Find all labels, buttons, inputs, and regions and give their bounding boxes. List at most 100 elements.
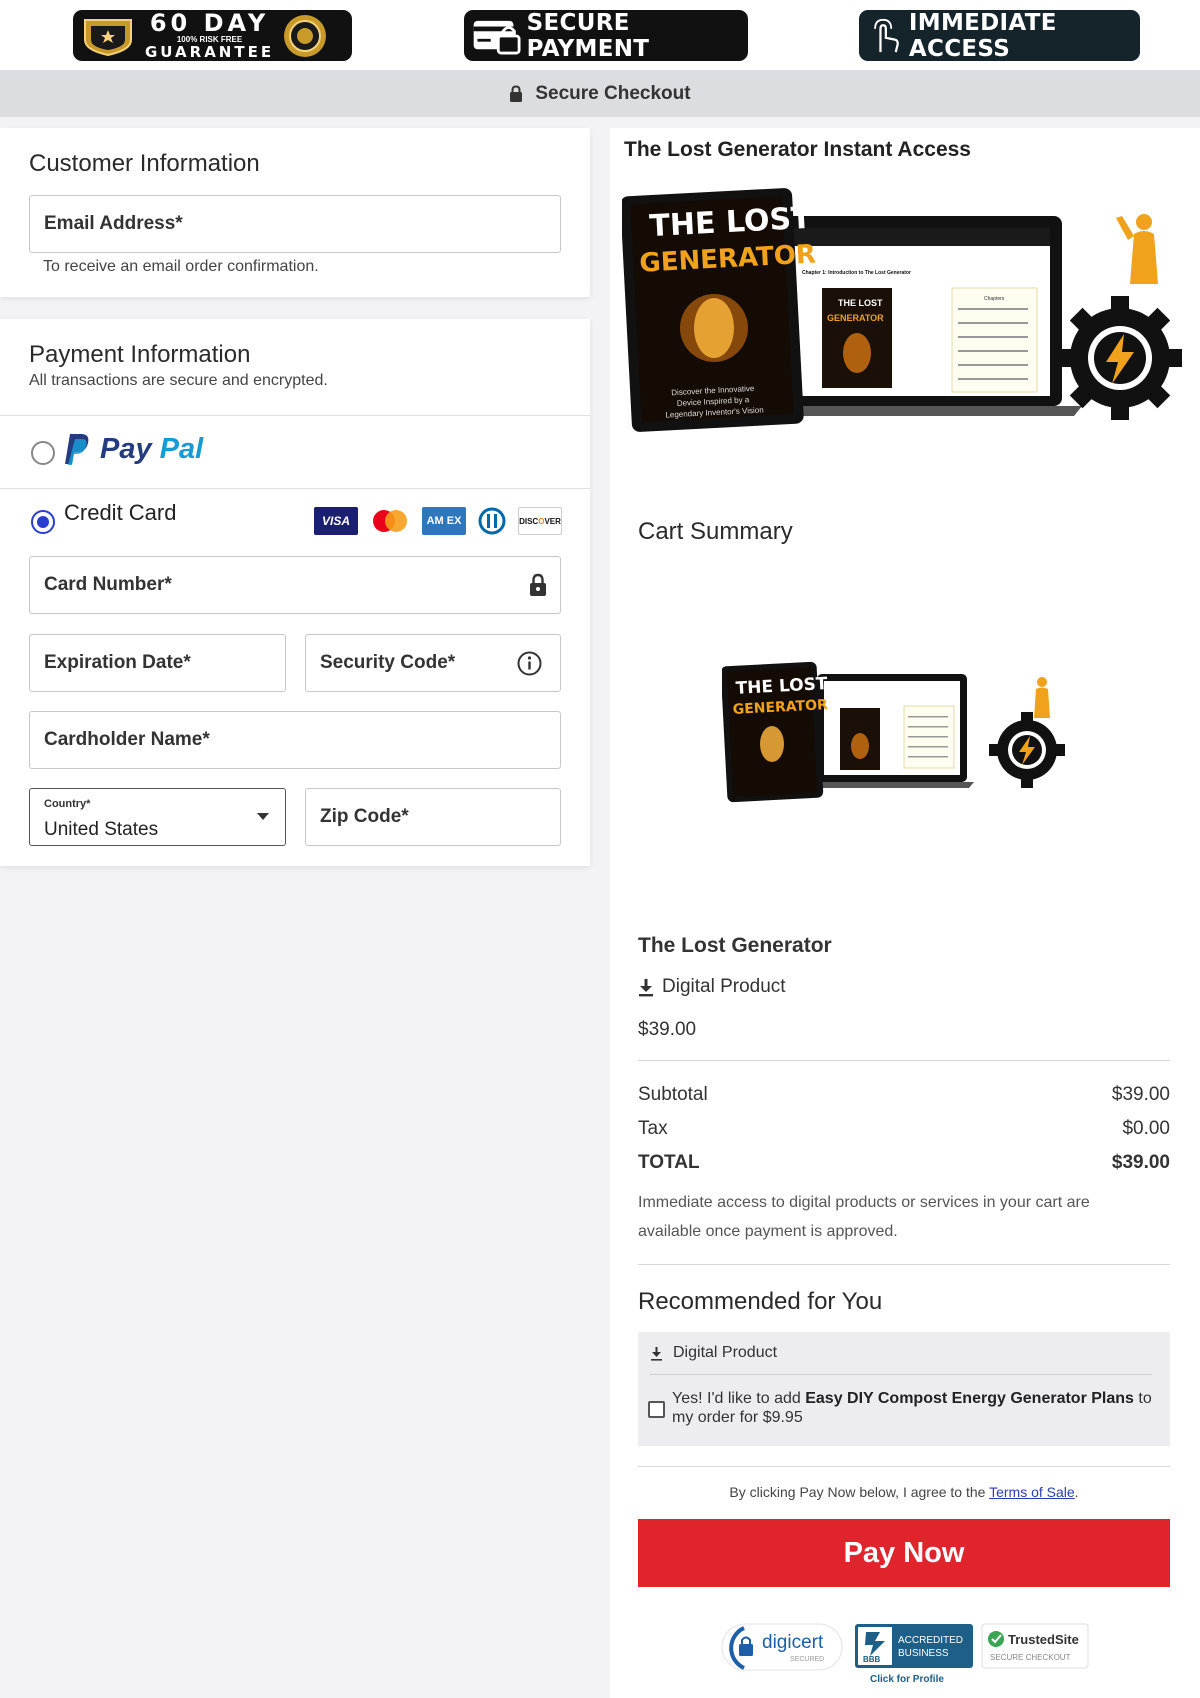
add-offer-checkbox[interactable] xyxy=(648,1401,665,1418)
subtotal-row: Subtotal $39.00 xyxy=(638,1084,1170,1106)
download-icon xyxy=(639,978,653,996)
secure-payment-badge: SECURE PAYMENT xyxy=(464,9,748,62)
laptop-chapters-title: Chapters xyxy=(984,296,1005,302)
terms-text: By clicking Pay Now below, I agree to th… xyxy=(729,1484,990,1500)
recommended-type-label: Digital Product xyxy=(673,1344,778,1361)
guarantee-text: 60 DAY 100% RISK FREE GUARANTEE xyxy=(145,11,274,60)
download-icon xyxy=(651,1346,662,1361)
cardholder-name-field[interactable]: Cardholder Name* xyxy=(29,711,561,769)
credit-card-label[interactable]: Credit Card xyxy=(64,500,176,526)
access-note: Immediate access to digital products or … xyxy=(638,1194,1090,1240)
expiration-date-field[interactable]: Expiration Date* xyxy=(29,634,286,692)
paypal-logo: Pay Pal xyxy=(64,432,203,466)
cardholder-placeholder: Cardholder Name* xyxy=(44,729,210,750)
product-type-label: Digital Product xyxy=(662,976,786,997)
trust-badges-bar: 60 DAY 100% RISK FREE GUARANTEE SECURE P… xyxy=(0,0,1200,70)
trustedsite-sub: SECURE CHECKOUT xyxy=(990,1653,1071,1662)
tap-hand-icon xyxy=(874,18,899,52)
guarantee-seal-icon xyxy=(284,14,327,57)
payment-info-title: Payment Information xyxy=(29,341,251,368)
card-number-placeholder: Card Number* xyxy=(44,574,172,595)
country-select[interactable]: Country* United States xyxy=(29,788,286,846)
product-type: Digital Product xyxy=(638,976,786,998)
tax-label: Tax xyxy=(638,1118,668,1139)
subtotal-value: $39.00 xyxy=(1111,1084,1170,1105)
product-access-title: The Lost Generator Instant Access xyxy=(624,138,971,161)
product-price: $39.00 xyxy=(638,1019,697,1040)
divider xyxy=(650,1374,1152,1375)
immediate-access-label: IMMEDIATE ACCESS xyxy=(908,9,1057,62)
terms-agreement: By clicking Pay Now below, I agree to th… xyxy=(638,1484,1170,1500)
guarantee-word: GUARANTEE xyxy=(145,43,275,61)
visa-icon: VISA xyxy=(314,507,358,535)
divider xyxy=(0,488,590,489)
amex-icon: AM EX xyxy=(422,507,466,535)
trustedsite-seal[interactable]: TrustedSite SECURE CHECKOUT xyxy=(981,1623,1089,1669)
product-thumbnail: THE LOST GENERATOR xyxy=(722,661,1065,803)
digicert-seal[interactable]: digicert SECURED xyxy=(721,1623,843,1671)
trust-seals: digicert SECURED BBB ACCREDITED BUSINESS… xyxy=(721,1623,1089,1685)
zip-code-field[interactable]: Zip Code* xyxy=(305,788,561,846)
pay-now-button[interactable]: Pay Now xyxy=(638,1519,1170,1587)
info-icon[interactable] xyxy=(517,651,542,676)
secure-payment-label: SECURE PAYMENT xyxy=(526,9,650,62)
guarantee-days: 60 DAY xyxy=(149,9,270,37)
divider xyxy=(638,1466,1170,1467)
offer-product-name: Easy DIY Compost Energy Generator Plans xyxy=(805,1390,1134,1407)
chevron-down-icon xyxy=(257,813,269,820)
total-label: TOTAL xyxy=(638,1152,700,1173)
paypal-radio[interactable] xyxy=(31,441,55,465)
card-number-field[interactable]: Card Number* xyxy=(29,556,561,614)
security-code-placeholder: Security Code* xyxy=(320,652,456,673)
subtotal-label: Subtotal xyxy=(638,1084,708,1105)
divider xyxy=(638,1264,1170,1265)
payment-information-panel: Payment Information All transactions are… xyxy=(0,319,590,866)
laptop-book-subtitle: GENERATOR xyxy=(827,313,884,323)
order-summary-column: The Lost Generator Instant Access Chapte… xyxy=(610,128,1200,1698)
offer-text[interactable]: Yes! I'd like to add Easy DIY Compost En… xyxy=(672,1389,1162,1427)
bbb-click: Click for Profile xyxy=(870,1674,944,1685)
recommended-type: Digital Product xyxy=(650,1344,777,1362)
security-code-field[interactable]: Security Code* xyxy=(305,634,561,692)
immediate-access-badge: IMMEDIATE ACCESS xyxy=(859,9,1140,62)
digicert-label: digicert xyxy=(762,1632,824,1653)
secure-checkout-bar: Secure Checkout xyxy=(0,70,1200,117)
terms-of-sale-link[interactable]: Terms of Sale xyxy=(989,1484,1075,1500)
discover-icon: DISC O VER xyxy=(518,507,562,535)
bbb-logo-text: BBB xyxy=(863,1655,881,1664)
laptop-book-title: THE LOST xyxy=(838,298,883,308)
cart-summary-title: Cart Summary xyxy=(638,518,793,545)
terms-period: . xyxy=(1074,1484,1079,1500)
offer-text-start: Yes! I'd like to add xyxy=(672,1390,806,1407)
bbb-seal[interactable]: BBB ACCREDITED BUSINESS Click for Profil… xyxy=(855,1624,973,1685)
tax-row: Tax $0.00 xyxy=(638,1118,1170,1140)
total-row: TOTAL $39.00 xyxy=(638,1152,1170,1174)
customer-info-title: Customer Information xyxy=(29,150,260,177)
email-field[interactable]: Email Address* xyxy=(29,195,561,253)
total-value: $39.00 xyxy=(1111,1152,1170,1173)
zip-placeholder: Zip Code* xyxy=(320,806,409,827)
divider xyxy=(638,1060,1170,1061)
recommended-offer: Digital Product Yes! I'd like to add Eas… xyxy=(638,1332,1170,1446)
customer-information-panel: Customer Information Email Address* To r… xyxy=(0,128,590,297)
paypal-option[interactable]: Pay Pal xyxy=(0,416,590,488)
mastercard-icon xyxy=(373,510,407,532)
credit-card-radio[interactable] xyxy=(31,510,55,534)
paypal-word-pal: Pal xyxy=(159,432,204,465)
card-lock-icon xyxy=(473,20,521,54)
bbb-line-2: BUSINESS xyxy=(898,1648,949,1659)
payment-subtitle: All transactions are secure and encrypte… xyxy=(29,372,328,389)
secure-checkout-label: Secure Checkout xyxy=(535,82,691,104)
tax-value: $0.00 xyxy=(1122,1118,1170,1139)
paypal-word-pay: Pay xyxy=(100,432,152,465)
gold-shield-icon xyxy=(84,18,132,56)
country-value: United States xyxy=(44,819,159,840)
diners-icon xyxy=(478,507,506,535)
recommended-title: Recommended for You xyxy=(638,1288,883,1315)
laptop-heading: Chapter 1: Introduction to The Lost Gene… xyxy=(802,270,911,276)
email-placeholder: Email Address* xyxy=(44,213,183,234)
trustedsite-label: TrustedSite xyxy=(1008,1632,1079,1647)
guarantee-badge: 60 DAY 100% RISK FREE GUARANTEE xyxy=(73,10,352,61)
product-name: The Lost Generator xyxy=(638,934,832,957)
lock-icon xyxy=(510,84,523,102)
